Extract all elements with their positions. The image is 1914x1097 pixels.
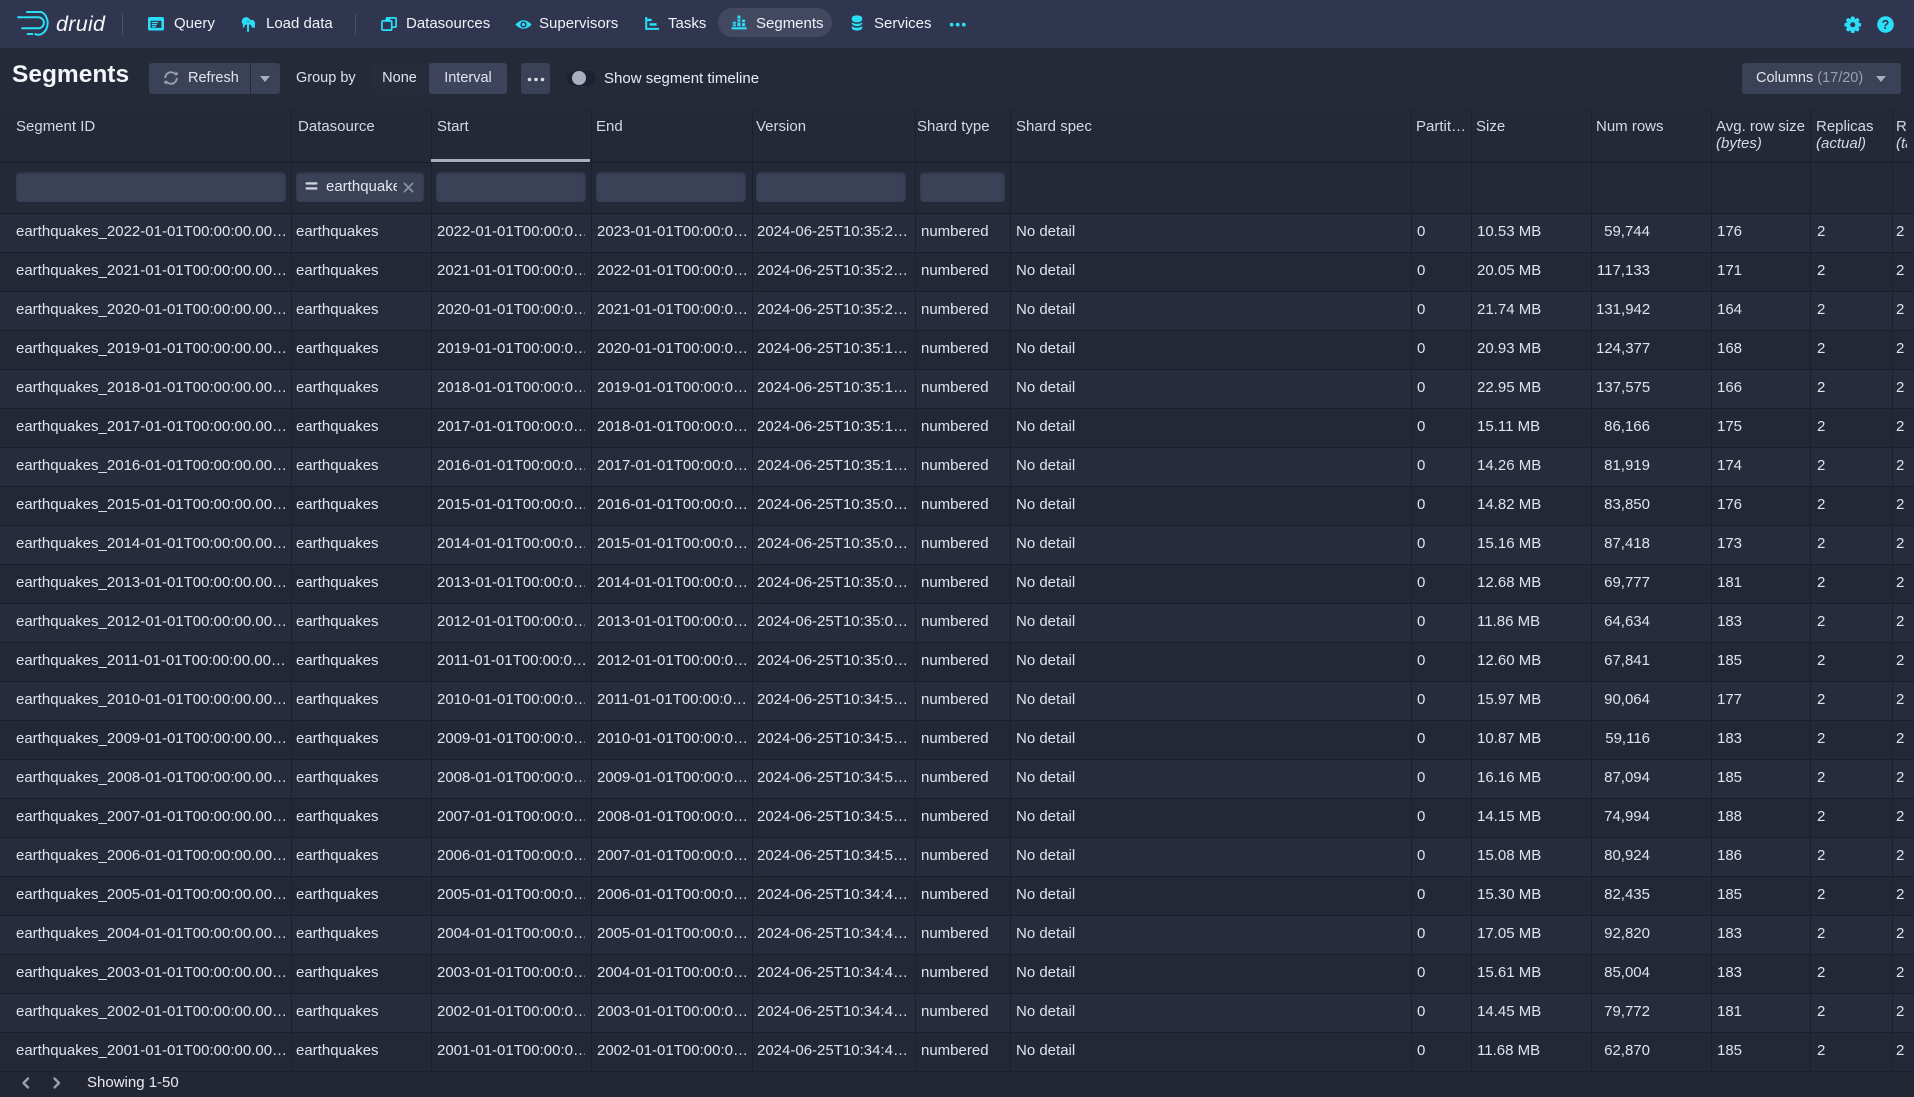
svg-text:?: ?	[1881, 18, 1889, 32]
